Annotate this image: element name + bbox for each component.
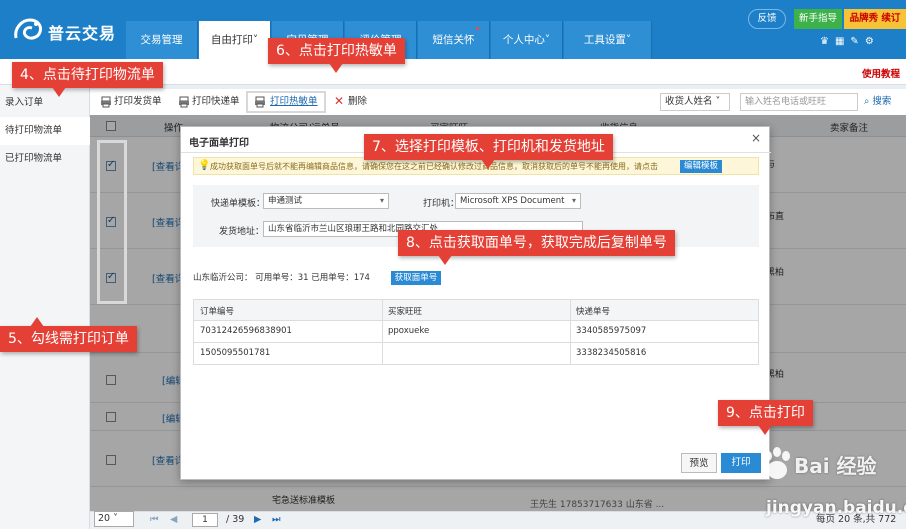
first-page-icon[interactable]: ⏮ xyxy=(150,511,159,529)
pen-icon[interactable]: ✎ xyxy=(850,36,858,50)
crown-icon[interactable]: ♛ xyxy=(820,36,829,50)
last-page-icon[interactable]: ⏭ xyxy=(272,511,281,529)
step8-callout: 8、点击获取面单号，获取完成后复制单号 xyxy=(398,230,675,265)
address-label: 发货地址： xyxy=(219,227,265,237)
grid-separator xyxy=(570,300,571,322)
sidebar-item-enter-order[interactable]: 录入订单 xyxy=(0,89,90,117)
help-link[interactable]: 使用教程 xyxy=(862,66,900,80)
print-icon xyxy=(101,96,111,108)
sidebar: 录入订单 待打印物流单 已打印物流单 xyxy=(0,85,90,529)
waybill-print-dialog: 电子面单打印 × 💡 成功获取面单号后就不能再编辑商品信息，请确保您在这之前已经… xyxy=(180,126,771,480)
top-header: 普云交易 交易管理 自由打印˅ 宝贝管理 评价管理 短信关怀 个人中心˅ 工具设… xyxy=(0,0,906,59)
step4-callout: 4、点击待打印物流单 xyxy=(12,62,163,97)
step9-callout: 9、点击打印 xyxy=(718,400,813,435)
grid-separator xyxy=(570,321,571,343)
printer-label: 打印机： xyxy=(423,199,460,209)
grid-header: 订单编号 买家旺旺 快递单号 xyxy=(193,299,759,322)
search-icon: ⌕ xyxy=(864,96,870,107)
page-number-input[interactable]: 1 xyxy=(192,513,218,527)
renew-button[interactable]: 品牌秀 续订 xyxy=(844,9,906,29)
notice-text: 成功获取面单号后就不能再编辑商品信息，请确保您在这之前已经确认修改过商品信息，取… xyxy=(210,162,658,171)
step5-callout: 5、勾线需打印订单 xyxy=(0,317,137,352)
search-label: 搜索 xyxy=(872,96,892,107)
fetch-waybill-button[interactable]: 获取面单号 xyxy=(391,271,441,285)
grid-separator xyxy=(382,343,383,365)
grid-col-waybill: 快递单号 xyxy=(576,307,611,317)
template-label: 快递单模板： xyxy=(211,199,266,209)
nav-tab-sms-label: 短信关怀 xyxy=(432,34,475,46)
grid-col-buyer: 买家旺旺 xyxy=(388,307,423,317)
header-icon-group: ♛ ▦ ✎ ⚙ xyxy=(820,36,906,50)
delete-button[interactable]: ✕ 删除 xyxy=(332,92,367,112)
grid-row: 70312426596838901 ppoxueke 3340585975097 xyxy=(193,321,759,343)
grid-separator xyxy=(382,300,383,322)
nav-tab-sms[interactable]: 短信关怀 xyxy=(418,21,490,59)
new-dot-icon xyxy=(476,27,479,30)
logo-text: 普云交易 xyxy=(48,24,117,43)
logo-mark-icon xyxy=(14,18,42,40)
checkbox-highlight xyxy=(97,140,127,304)
print-button[interactable]: 打印 xyxy=(721,453,761,473)
grid-row: 1505095501781 3338234505816 xyxy=(193,343,759,365)
grid-buyer: ppoxueke xyxy=(388,326,430,336)
nav-tab-free-print[interactable]: 自由打印˅ xyxy=(199,21,271,59)
print-thermal-label: 打印热敏单 xyxy=(270,96,318,107)
nav-tab-user-center[interactable]: 个人中心˅ xyxy=(491,21,563,59)
preview-button[interactable]: 预览 xyxy=(681,453,717,473)
guide-button[interactable]: 新手指导 xyxy=(794,9,842,29)
template-select[interactable]: 申通测试 ▾ xyxy=(263,193,389,209)
printer-select[interactable]: Microsoft XPS Document ▾ xyxy=(455,193,581,209)
close-icon[interactable]: × xyxy=(751,131,761,145)
printer-value: Microsoft XPS Document xyxy=(460,196,565,206)
print-express-button[interactable]: 打印快递单 xyxy=(176,92,240,112)
grid-col-order: 订单编号 xyxy=(200,307,235,317)
print-thermal-button[interactable]: 打印热敏单 xyxy=(246,91,326,113)
print-icon xyxy=(179,96,189,108)
delete-icon: ✕ xyxy=(334,94,345,108)
grid-waybill-no[interactable]: 3340585975097 xyxy=(576,326,646,336)
prev-page-icon[interactable]: ◀ xyxy=(170,511,177,529)
nav-tab-trade[interactable]: 交易管理 xyxy=(126,21,198,59)
watermark-brand: Bai 经验 xyxy=(794,454,877,478)
baidu-watermark: Bai 经验 jingyan.baidu.com xyxy=(760,446,906,529)
page-total: / 39 xyxy=(226,514,245,525)
chevron-down-icon: ▾ xyxy=(379,196,384,205)
template-value: 申通测试 xyxy=(268,196,303,206)
app-logo[interactable]: 普云交易 xyxy=(8,14,120,46)
nav-tab-tools[interactable]: 工具设置˅ xyxy=(564,21,652,59)
print-ship-label: 打印发货单 xyxy=(114,96,162,107)
step6-callout: 6、点击打印热敏单 xyxy=(268,38,405,73)
grid-icon[interactable]: ▦ xyxy=(835,36,844,50)
delete-label: 删除 xyxy=(348,96,368,107)
dialog-title: 电子面单打印 xyxy=(189,138,249,149)
toolbar: 打印发货单 打印快递单 打印热敏单 ✕ 删除 收货人姓名 ˅ 输入姓名电话或旺旺… xyxy=(90,89,906,115)
search-button[interactable]: ⌕ 搜索 xyxy=(864,93,904,111)
gear-icon[interactable]: ⚙ xyxy=(865,36,874,50)
grid-separator xyxy=(570,343,571,365)
grid-waybill-no[interactable]: 3338234505816 xyxy=(576,348,646,358)
step7-callout: 7、选择打印模板、打印机和发货地址 xyxy=(364,134,613,169)
paw-icon xyxy=(764,447,790,479)
search-input[interactable]: 输入姓名电话或旺旺 xyxy=(740,93,858,111)
grid-order-no: 1505095501781 xyxy=(200,348,271,358)
sidebar-item-pending-print[interactable]: 待打印物流单 xyxy=(0,117,90,145)
print-express-label: 打印快递单 xyxy=(192,96,240,107)
watermark-url: jingyan.baidu.com xyxy=(766,498,906,518)
next-page-icon[interactable]: ▶ xyxy=(254,511,261,529)
chevron-down-icon: ▾ xyxy=(571,196,576,205)
bulb-icon: 💡 xyxy=(198,160,211,171)
sidebar-item-printed[interactable]: 已打印物流单 xyxy=(0,145,90,173)
print-ship-button[interactable]: 打印发货单 xyxy=(98,92,162,112)
search-type-select[interactable]: 收货人姓名 ˅ xyxy=(660,93,730,111)
feedback-button[interactable]: 反馈 xyxy=(748,9,786,29)
grid-order-no: 70312426596838901 xyxy=(200,326,292,336)
grid-separator xyxy=(382,321,383,343)
edit-template-button[interactable]: 编辑模板 xyxy=(680,160,722,173)
page-size-select[interactable]: 20 ˅ xyxy=(94,511,134,527)
print-icon xyxy=(255,96,265,108)
waybill-quota: 山东临沂公司： 可用单号：31 已用单号：174 xyxy=(193,273,370,283)
